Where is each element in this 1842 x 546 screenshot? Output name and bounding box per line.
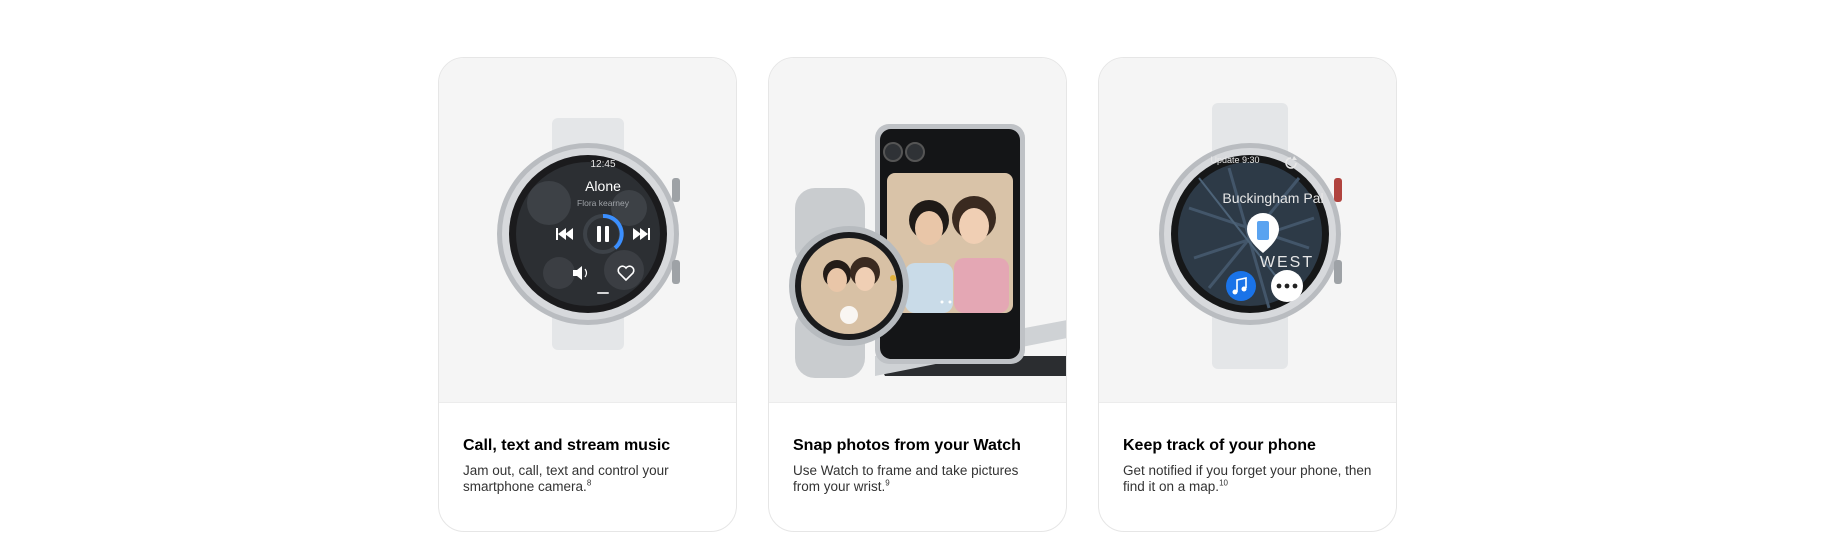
card-title: Call, text and stream music [463, 437, 671, 454]
card-image-music: 12:45 Alone Flora kearney [439, 58, 736, 403]
map-place-label: Buckingham Pal [1222, 190, 1323, 206]
camera-shutter-icon[interactable] [840, 306, 858, 324]
footnote-ref[interactable]: 8 [587, 479, 591, 488]
footnote-ref[interactable]: 10 [1219, 479, 1228, 488]
watch-music-illustration: 12:45 Alone Flora kearney [497, 118, 680, 350]
footnote-ref[interactable]: 9 [885, 479, 889, 488]
map-district-label: WEST [1260, 254, 1314, 271]
card-title: Keep track of your phone [1123, 437, 1316, 454]
more-icon[interactable] [1271, 270, 1303, 302]
watch-song-artist: Flora kearney [577, 198, 630, 208]
card-image-camera [769, 58, 1066, 403]
card-description: Get notified if you forget your phone, t… [1123, 463, 1372, 494]
sound-icon[interactable] [1226, 271, 1256, 301]
feature-card-music: 12:45 Alone Flora kearney Call, text and… [438, 57, 737, 532]
card-image-find-phone: Update 9:30 Buckingham Pal WEST [1099, 58, 1396, 403]
feature-card-camera: Snap photos from your Watch Use Watch to… [768, 57, 1067, 532]
card-title: Snap photos from your Watch [793, 437, 1021, 454]
watch-update-time: Update 9:30 [1210, 155, 1259, 165]
watch-phone-camera-illustration [789, 124, 1066, 378]
watch-time: 12:45 [590, 159, 615, 170]
watch-map-illustration: Update 9:30 Buckingham Pal WEST [1159, 103, 1342, 369]
card-description: Jam out, call, text and control your sma… [463, 463, 669, 494]
feature-card-find-phone: Update 9:30 Buckingham Pal WEST Keep tra… [1098, 57, 1397, 532]
watch-song-title: Alone [585, 178, 621, 194]
card-description: Use Watch to frame and take pictures fro… [793, 463, 1019, 494]
